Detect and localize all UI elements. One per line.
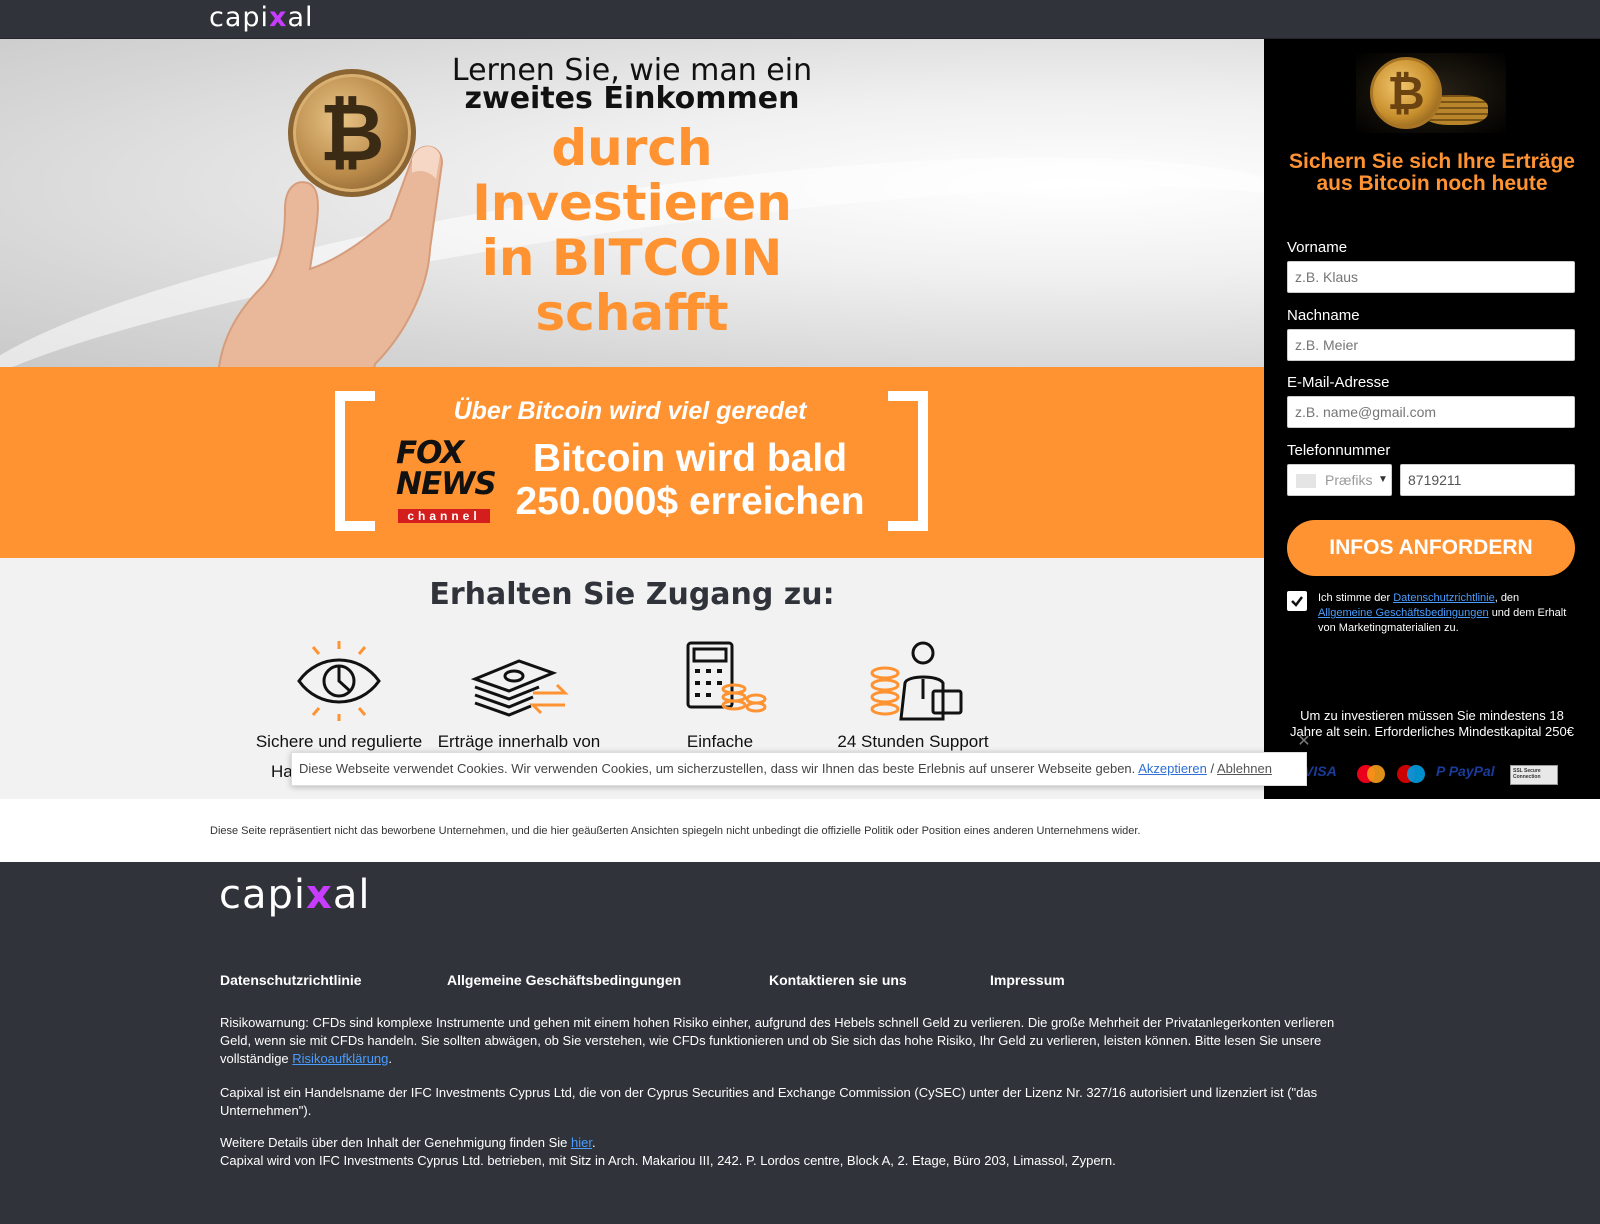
- band-headline-line1: Bitcoin wird bald: [532, 437, 848, 480]
- band-headline: Bitcoin wird bald 250.000$ erreichen: [495, 437, 885, 523]
- hero-orange-line: schafft: [535, 284, 729, 342]
- cookie-decline-link[interactable]: Ablehnen: [1217, 761, 1272, 776]
- left-bracket: [335, 391, 375, 531]
- side-coin: ₿: [1370, 57, 1442, 129]
- paypal-text: PayPal: [1448, 763, 1495, 779]
- hero-orange-line: Investieren: [472, 174, 792, 232]
- footer-link-terms[interactable]: Allgemeine Geschäftsbedingungen: [447, 972, 681, 988]
- email-label: E-Mail-Adresse: [1287, 374, 1390, 391]
- logo-text-a: capi: [219, 872, 307, 918]
- risk-warning: Risikowarnung: CFDs sind komplexe Instru…: [220, 1015, 1335, 1066]
- feature-item: Erträge innerhalb von 24 Stunden auf Ihr…: [429, 639, 609, 769]
- fox-logo-channel: channel: [398, 509, 490, 523]
- capixal-logo[interactable]: capixal: [209, 2, 314, 33]
- calculator-coins-icon: [686, 641, 767, 713]
- license-details: Weitere Details über den Inhalt der Gene…: [220, 1135, 596, 1150]
- visa-logo: VISA: [1304, 763, 1337, 779]
- hero-orange-headline: durch Investieren in BITCOIN schafft: [420, 121, 844, 341]
- logo-text-b: al: [332, 872, 371, 918]
- consent-privacy-link[interactable]: Datenschutzrichtlinie: [1393, 592, 1495, 604]
- consent-mid: , den: [1494, 592, 1520, 604]
- request-info-button[interactable]: INFOS ANFORDERN: [1287, 520, 1575, 576]
- maestro-icon: [1397, 765, 1425, 783]
- logo-text-x: x: [306, 872, 333, 918]
- signup-title: Sichern Sie sich Ihre Erträge aus Bitcoi…: [1289, 150, 1575, 195]
- paypal-icon: P: [1436, 763, 1449, 779]
- cookie-text: Diese Webseite verwendet Cookies. Wir ve…: [299, 761, 1136, 776]
- footer-capixal-logo[interactable]: capixal: [219, 872, 370, 918]
- consent-checkbox[interactable]: [1287, 591, 1307, 611]
- eye-icon: [297, 641, 381, 721]
- main-content: ₿ Lernen Sie, wie man ein zweites Einkom…: [0, 39, 1264, 799]
- phone-prefix-select[interactable]: Præfiks ▼: [1287, 464, 1392, 496]
- footer: capixal Datenschutzrichtlinie Allgemeine…: [0, 862, 1600, 1224]
- phone-label: Telefonnummer: [1287, 442, 1391, 459]
- footer-link-imprint[interactable]: Impressum: [990, 972, 1065, 988]
- money-stack-icon: [470, 659, 569, 717]
- checkmark-icon: [1291, 596, 1303, 607]
- caret-down-icon: ▼: [1378, 474, 1388, 485]
- license-details-link[interactable]: hier: [571, 1135, 592, 1150]
- logo-text-b: al: [287, 2, 314, 33]
- feature-label-overflow: Ha: [271, 762, 293, 781]
- flag-icon: [1296, 474, 1316, 488]
- cookie-banner: Diese Webseite verwendet Cookies. Wir ve…: [291, 752, 1307, 786]
- cookie-separator: /: [1210, 761, 1215, 776]
- fox-logo-line2: NEWS: [396, 466, 497, 502]
- access-title: Erhalten Sie Zugang zu:: [429, 577, 835, 612]
- disclaimer-text: Diese Seite repräsentiert nicht das bewo…: [210, 825, 1141, 837]
- company-info: Capixal ist ein Handelsname der IFC Inve…: [220, 1085, 1318, 1118]
- feature-item: 24 Stunden Support und fortlaufende: [823, 639, 1003, 769]
- risk-disclosure-link[interactable]: Risikoaufklärung: [292, 1051, 388, 1066]
- firstname-input[interactable]: [1287, 261, 1575, 293]
- minimum-age-note: Um zu investieren müssen Sie mindestens …: [1290, 708, 1574, 739]
- consent-terms-link[interactable]: Allgemeine Geschäftsbedingungen: [1318, 607, 1489, 619]
- fox-news-logo: FOX NEWS channel: [396, 435, 497, 525]
- paypal-logo: P PayPal: [1436, 763, 1495, 785]
- bitcoin-coins-image: ₿: [1356, 53, 1506, 133]
- support-person-icon: [870, 641, 963, 721]
- bitcoin-coin-image: ₿: [288, 69, 416, 197]
- hero-orange-line: durch: [551, 119, 713, 177]
- cookie-accept-link[interactable]: Akzeptieren: [1138, 761, 1207, 776]
- right-bracket: [888, 391, 928, 531]
- email-input[interactable]: [1287, 396, 1575, 428]
- risk-warning-text: Risikowarnung: CFDs sind komplexe Instru…: [220, 1015, 1335, 1066]
- feature-item: Einfache Schulungsinstrumente: [630, 639, 810, 769]
- footer-link-privacy[interactable]: Datenschutzrichtlinie: [220, 972, 362, 988]
- disclaimer-strip: Diese Seite repräsentiert nicht das bewo…: [0, 799, 1600, 862]
- company-address: Capixal wird von IFC Investments Cyprus …: [220, 1153, 1116, 1168]
- ssl-secure-badge: SSL Secure Connection: [1510, 765, 1558, 785]
- logo-text-x: x: [269, 2, 288, 33]
- quote-band: Über Bitcoin wird viel geredet FOX NEWS …: [0, 367, 1264, 558]
- band-headline-line2: 250.000$ erreichen: [515, 480, 865, 523]
- coin-symbol: ₿: [1387, 67, 1425, 119]
- footer-link-contact[interactable]: Kontaktieren sie uns: [769, 972, 907, 988]
- lastname-label: Nachname: [1287, 307, 1360, 324]
- phone-input[interactable]: [1400, 464, 1575, 496]
- hero-orange-line: in BITCOIN: [481, 229, 783, 287]
- mastercard-icon: [1357, 765, 1385, 783]
- coin-symbol: ₿: [319, 86, 385, 179]
- feature-item: Sichere und regulierte: [249, 639, 429, 769]
- top-header: capixal: [0, 0, 1600, 39]
- consent-pre: Ich stimme der: [1318, 592, 1391, 604]
- phone-prefix-text: Præfiks: [1325, 472, 1373, 488]
- hero-banner: ₿ Lernen Sie, wie man ein zweites Einkom…: [0, 39, 1264, 367]
- firstname-label: Vorname: [1287, 239, 1348, 256]
- license-details-text: Weitere Details über den Inhalt der Gene…: [220, 1135, 568, 1150]
- lastname-input[interactable]: [1287, 329, 1575, 361]
- band-subtitle: Über Bitcoin wird viel geredet: [453, 397, 807, 425]
- signup-sidebar: ₿ Sichern Sie sich Ihre Erträge aus Bitc…: [1264, 39, 1600, 799]
- cookie-close-icon[interactable]: ✕: [1296, 734, 1312, 750]
- consent-text: Ich stimme der Datenschutzrichtlinie, de…: [1318, 591, 1576, 636]
- hero-headline-line2: zweites Einkommen: [464, 81, 800, 116]
- logo-text-a: capi: [209, 2, 270, 33]
